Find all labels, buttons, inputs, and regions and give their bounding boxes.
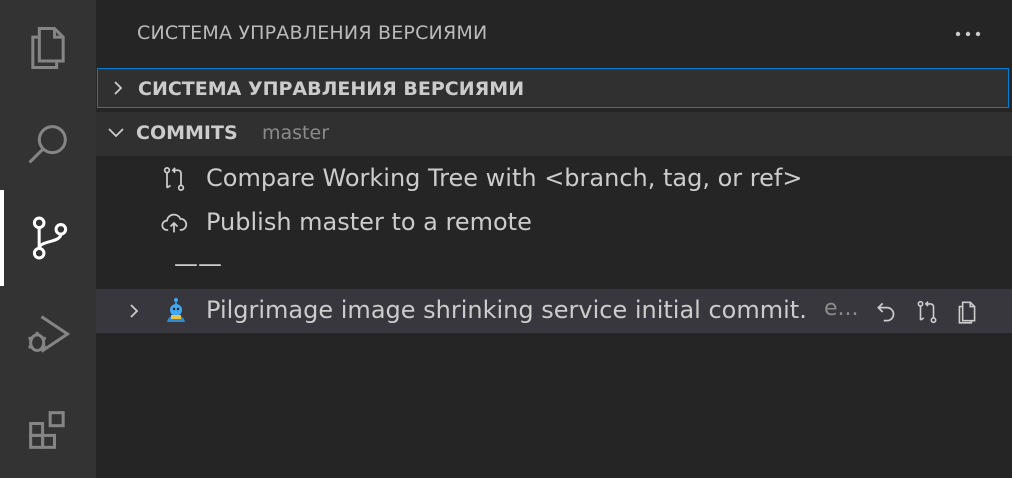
activity-bar bbox=[0, 0, 96, 478]
commit-message-text: Pilgrimage image shrinking service initi… bbox=[206, 296, 807, 324]
commit-item[interactable]: Pilgrimage image shrinking service initi… bbox=[96, 289, 1012, 333]
publish-label: Publish master to a remote bbox=[206, 208, 532, 236]
compare-working-tree-item[interactable]: Compare Working Tree with <branch, tag, … bbox=[96, 156, 1012, 200]
extensions-icon[interactable] bbox=[0, 382, 96, 478]
commit-message: Pilgrimage image shrinking service initi… bbox=[206, 296, 856, 324]
commit-description: e... bbox=[824, 296, 859, 321]
scm-section-header[interactable]: СИСТЕМА УПРАВЛЕНИЯ ВЕРСИЯМИ bbox=[97, 68, 1009, 108]
explorer-icon[interactable] bbox=[0, 0, 96, 96]
chevron-right-icon bbox=[114, 81, 123, 95]
publish-branch-item[interactable]: Publish master to a remote bbox=[96, 200, 1012, 244]
compare-icon bbox=[163, 167, 185, 191]
branch-name: master bbox=[262, 122, 330, 144]
chevron-right-icon[interactable] bbox=[126, 302, 142, 320]
search-icon[interactable] bbox=[0, 96, 96, 192]
sidebar-title: СИСТЕМА УПРАВЛЕНИЯ ВЕРСИЯМИ bbox=[137, 22, 488, 44]
compare-commit-button[interactable] bbox=[912, 297, 942, 327]
compare-label: Compare Working Tree with <branch, tag, … bbox=[206, 164, 803, 192]
run-debug-icon[interactable] bbox=[0, 286, 96, 382]
chevron-down-icon bbox=[108, 128, 124, 138]
ellipsis-icon bbox=[955, 31, 981, 37]
compare-icon bbox=[917, 300, 937, 324]
source-control-icon[interactable] bbox=[0, 190, 96, 286]
commits-section-title: COMMITS bbox=[136, 122, 238, 144]
sidebar: СИСТЕМА УПРАВЛЕНИЯ ВЕРСИЯМИ СИСТЕМА УПРА… bbox=[96, 0, 1012, 478]
undo-commit-button[interactable] bbox=[872, 297, 902, 327]
copy-commit-button[interactable] bbox=[952, 297, 982, 327]
sidebar-header: СИСТЕМА УПРАВЛЕНИЯ ВЕРСИЯМИ bbox=[96, 0, 1012, 68]
undo-icon bbox=[877, 302, 895, 322]
more-actions-button[interactable] bbox=[948, 20, 988, 48]
separator: —— bbox=[174, 250, 222, 278]
commits-section-header[interactable]: COMMITS master bbox=[96, 112, 1012, 156]
cloud-upload-icon bbox=[161, 213, 188, 233]
scm-section-title: СИСТЕМА УПРАВЛЕНИЯ ВЕРСИЯМИ bbox=[138, 78, 525, 100]
copy-icon bbox=[958, 301, 976, 324]
avatar-icon bbox=[167, 298, 185, 322]
separator-row: —— bbox=[96, 246, 1012, 290]
